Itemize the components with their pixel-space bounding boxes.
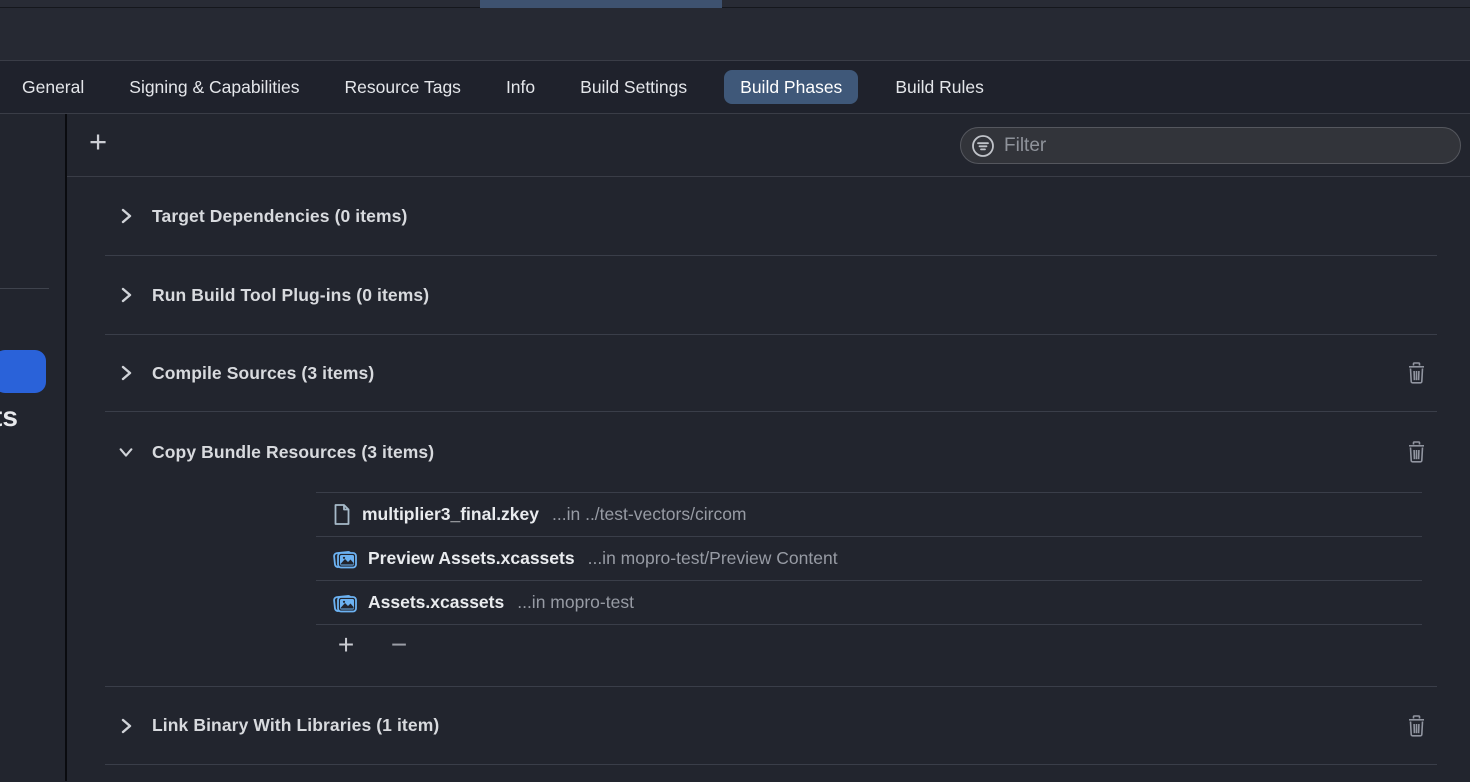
trash-icon[interactable] [1407,441,1426,463]
chevron-down-icon[interactable] [118,446,134,458]
tab-info[interactable]: Info [498,70,543,104]
file-location: ...in mopro-test [517,592,634,613]
add-build-phase-button[interactable]: + [83,122,113,162]
add-file-button[interactable]: + [333,630,359,660]
filter-placeholder: Filter [1004,135,1046,157]
tab-build-settings[interactable]: Build Settings [572,70,695,104]
asset-catalog-icon [333,548,357,570]
tab-build-rules[interactable]: Build Rules [887,70,992,104]
filter-icon [970,133,996,159]
file-row[interactable]: Preview Assets.xcassets ...in mopro-test… [316,536,1422,580]
asset-catalog-icon [333,592,357,614]
target-partial-label: ts [0,401,18,433]
phase-run-build-tool-plugins[interactable]: Run Build Tool Plug-ins (0 items) [67,256,1470,334]
file-location: ...in mopro-test/Preview Content [588,548,838,569]
phase-copy-bundle-resources[interactable]: Copy Bundle Resources (3 items) [67,412,1470,492]
phase-link-binary-with-libraries[interactable]: Link Binary With Libraries (1 item) [67,687,1470,764]
chevron-right-icon[interactable] [118,286,134,304]
editor-tab-bar: General Signing & Capabilities Resource … [0,61,1470,114]
trash-icon[interactable] [1407,715,1426,737]
phase-title: Compile Sources (3 items) [152,363,374,384]
phase-title: Copy Bundle Resources (3 items) [152,442,434,463]
toolbar-band [0,8,1470,61]
phase-target-dependencies[interactable]: Target Dependencies (0 items) [67,177,1470,255]
tab-general[interactable]: General [14,70,92,104]
file-name: multiplier3_final.zkey [362,504,539,525]
tab-build-phases[interactable]: Build Phases [724,70,858,104]
section-divider [105,764,1437,765]
document-icon [333,503,351,526]
file-name: Assets.xcassets [368,592,504,613]
file-row[interactable]: multiplier3_final.zkey ...in ../test-vec… [316,492,1422,536]
targets-sidebar: ts [0,114,67,781]
build-phases-list: Target Dependencies (0 items) Run Build … [67,177,1470,781]
tab-signing-capabilities[interactable]: Signing & Capabilities [121,70,307,104]
file-list-controls: + − [316,624,1422,665]
phase-title: Target Dependencies (0 items) [152,206,407,227]
chevron-right-icon[interactable] [118,207,134,225]
filter-field[interactable]: Filter [960,127,1461,164]
tab-resource-tags[interactable]: Resource Tags [337,70,469,104]
file-name: Preview Assets.xcassets [368,548,575,569]
trash-icon[interactable] [1407,362,1426,384]
active-file-tab[interactable] [480,0,722,8]
chevron-right-icon[interactable] [118,717,134,735]
sidebar-divider [0,288,49,289]
chevron-right-icon[interactable] [118,364,134,382]
phase-title: Run Build Tool Plug-ins (0 items) [152,285,429,306]
phase-compile-sources[interactable]: Compile Sources (3 items) [67,335,1470,411]
file-row[interactable]: Assets.xcassets ...in mopro-test [316,580,1422,624]
window-tab-strip [0,0,1470,8]
phase-title: Link Binary With Libraries (1 item) [152,715,439,736]
phases-toolbar: + Filter [67,114,1470,177]
remove-file-button[interactable]: − [386,630,412,660]
file-location: ...in ../test-vectors/circom [552,504,746,525]
copy-bundle-resources-file-list: multiplier3_final.zkey ...in ../test-vec… [316,492,1422,665]
selected-target-row[interactable] [0,350,46,393]
section-gap [67,665,1470,686]
